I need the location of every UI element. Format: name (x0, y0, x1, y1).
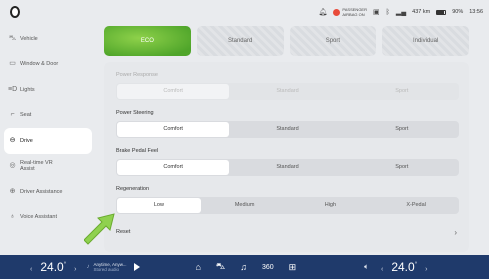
sidebar-item-vr-assist[interactable]: ◎ Real-time VR Assist (0, 154, 98, 180)
power-response-label: Power Response (116, 72, 158, 78)
brake-feel-label: Brake Pedal Feel (116, 148, 159, 154)
sidebar-item-driver-assistance[interactable]: ⊕ Driver Assistance (0, 179, 98, 205)
voice-icon: ♁ (9, 213, 16, 221)
clock: 13:56 (469, 9, 483, 15)
drive-settings: ECO Standard Sport Individual Power Resp… (104, 26, 469, 252)
temp-left-decrease-icon[interactable]: ‹ (30, 266, 32, 273)
regeneration-high[interactable]: High (289, 198, 373, 213)
music-icon[interactable]: ♫ (240, 262, 247, 272)
climate-left: ‹ 24.0° › (30, 260, 76, 274)
bluetooth-icon: ᛒ (385, 8, 390, 16)
mode-sport[interactable]: Sport (289, 26, 377, 56)
brake-feel-standard[interactable]: Standard (231, 160, 343, 175)
play-icon[interactable] (134, 263, 141, 271)
regeneration-label: Regeneration (116, 186, 150, 192)
car-control-icon[interactable]: ⛍ (216, 261, 225, 273)
battery-icon (436, 9, 447, 15)
brake-feel-selector: Comfort Standard Sport (116, 159, 459, 176)
power-response-comfort[interactable]: Comfort (117, 84, 230, 99)
temp-left-increase-icon[interactable]: › (74, 266, 76, 273)
sidebar-item-label: Voice Assistant (20, 214, 57, 221)
power-response-sport[interactable]: Sport (346, 84, 458, 99)
signal-icon: ▂▄ (395, 9, 407, 16)
sidebar-item-label: Window & Door (20, 61, 59, 68)
settings-panel: Power Response Comfort Standard Sport Po… (104, 62, 469, 252)
sidebar-item-label: Drive (20, 137, 33, 144)
regeneration-low[interactable]: Low (117, 198, 201, 213)
brand-logo (10, 6, 20, 18)
sidebar-item-label: Driver Assistance (20, 188, 63, 195)
temp-right-value[interactable]: 24.0° (391, 260, 417, 274)
airbag-status: PASSENGER AIRBAG ON (333, 7, 367, 17)
pointer-arrow-icon (84, 213, 115, 245)
vr-icon: ◎ (9, 162, 16, 170)
sidebar-item-label: Real-time VR Assist (20, 160, 53, 173)
temp-right-decrease-icon[interactable]: ‹ (381, 266, 383, 273)
range-text: 437 km (412, 9, 431, 15)
sidebar-item-label: Lights (20, 86, 35, 93)
car-icon: ⛍ (8, 34, 17, 42)
sidebar-item-label: Vehicle (20, 35, 38, 42)
regeneration-medium[interactable]: Medium (203, 198, 287, 213)
sidebar-item-window-door[interactable]: ▭ Window & Door (0, 52, 98, 78)
status-bar: 🔔︎ PASSENGER AIRBAG ON ▣ ᛒ ▂▄ 437 km 90%… (0, 0, 489, 24)
sidebar-item-vehicle[interactable]: ⛍ Vehicle (0, 26, 98, 52)
reset-row[interactable]: Reset › (116, 224, 459, 240)
apps-grid-icon[interactable]: ⊞ (289, 262, 297, 273)
mode-individual[interactable]: Individual (382, 26, 469, 56)
power-steering-selector: Comfort Standard Sport (116, 121, 459, 138)
power-steering-label: Power Steering (116, 110, 154, 116)
bottom-bar: ‹ 24.0° › ♪ Anytime, Anyw... Stored audi… (0, 255, 489, 279)
regeneration-selector: Low Medium High X-Pedal (116, 197, 459, 214)
status-indicators: 🔔︎ PASSENGER AIRBAG ON ▣ ᛒ ▂▄ 437 km 90%… (319, 7, 484, 17)
volume-icon[interactable]: 🔈︎ (364, 262, 369, 272)
mode-standard[interactable]: Standard (196, 26, 284, 56)
temp-left-value[interactable]: 24.0° (40, 260, 66, 274)
chevron-right-icon: › (454, 227, 457, 237)
sidebar-item-label: Seat (20, 112, 32, 119)
power-steering-sport[interactable]: Sport (346, 122, 458, 137)
climate-right: ‹ 24.0° › (381, 260, 427, 274)
lights-icon: ≡D (8, 85, 18, 93)
power-steering-standard[interactable]: Standard (231, 122, 343, 137)
home-icon[interactable]: ⌂ (195, 262, 200, 272)
driver-assist-icon: ⊕ (9, 187, 16, 195)
airbag-line2: AIRBAG ON (342, 12, 365, 17)
battery-text: 90% (452, 9, 464, 15)
drive-mode-selector: ECO Standard Sport Individual (104, 26, 469, 56)
notification-icon: 🔔︎ (318, 9, 328, 16)
brake-feel-sport[interactable]: Sport (346, 160, 458, 175)
power-response-standard[interactable]: Standard (231, 84, 343, 99)
power-steering-comfort[interactable]: Comfort (117, 122, 230, 137)
dock: ⌂ ⛍ ♫ 360 ⊞ (195, 261, 296, 273)
regeneration-x-pedal[interactable]: X-Pedal (374, 198, 458, 213)
mode-eco[interactable]: ECO (104, 26, 191, 56)
music-note-icon: ♪ (86, 264, 90, 270)
sidebar-item-seat[interactable]: ⌐ Seat (0, 103, 98, 129)
media-player[interactable]: ♪ Anytime, Anyw... Stored audio (86, 262, 141, 272)
temp-right-increase-icon[interactable]: › (425, 266, 427, 273)
sidebar-item-drive[interactable]: ⊖ Drive (4, 128, 92, 154)
media-source: Stored audio (93, 267, 119, 272)
phone-icon: ▣ (373, 9, 380, 16)
seat-icon: ⌐ (10, 111, 15, 119)
camera-360-icon[interactable]: 360 (262, 264, 274, 271)
window-icon: ▭ (9, 60, 16, 68)
brake-feel-comfort[interactable]: Comfort (117, 160, 230, 175)
steering-wheel-icon: ⊖ (9, 136, 16, 144)
sidebar-item-lights[interactable]: ≡D Lights (0, 77, 98, 103)
power-response-selector: Comfort Standard Sport (116, 83, 459, 100)
airbag-icon (333, 8, 341, 16)
